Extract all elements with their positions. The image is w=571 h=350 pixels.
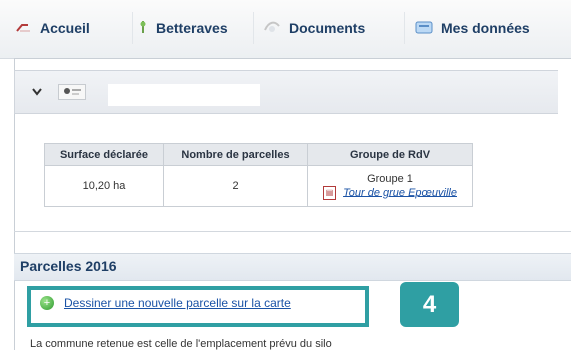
- column-nombre-parcelles: Nombre de parcelles: [163, 143, 308, 166]
- nav-betteraves-label: Betteraves: [156, 20, 228, 36]
- top-navigation: Accueil Betteraves Documents Mes données: [0, 0, 571, 59]
- chevron-down-icon[interactable]: [32, 88, 42, 98]
- group-link-wrapper: ▤ Tour de grue Epœuville: [312, 185, 468, 200]
- nav-accueil-label: Accueil: [40, 20, 90, 36]
- beet-icon: [138, 20, 148, 37]
- column-surface-declaree: Surface déclarée: [44, 143, 164, 166]
- draw-parcel-link[interactable]: Dessiner une nouvelle parcelle sur la ca…: [64, 296, 291, 310]
- group-location-link[interactable]: Tour de grue Epœuville: [343, 186, 457, 198]
- parcel-count-value: 2: [163, 165, 308, 207]
- pdf-icon: ▤: [323, 185, 336, 200]
- nav-separator: [132, 12, 133, 44]
- parcelles-section-title: Parcelles 2016: [20, 258, 117, 274]
- user-card-icon: [58, 84, 86, 100]
- nav-separator: [253, 12, 254, 44]
- content-divider: [14, 231, 571, 232]
- home-icon: [16, 20, 32, 36]
- surface-value: 10,20 ha: [44, 165, 164, 207]
- nav-documents-label: Documents: [289, 20, 366, 36]
- group-label: Groupe 1: [367, 172, 413, 185]
- add-icon: +: [40, 296, 54, 310]
- user-header-bar: [14, 70, 558, 114]
- redacted-user-name: [108, 84, 260, 106]
- group-cell: Groupe 1 ▤ Tour de grue Epœuville: [307, 165, 473, 207]
- nav-separator: [404, 12, 405, 44]
- commune-note: La commune retenue est celle de l'emplac…: [30, 338, 332, 350]
- nav-documents[interactable]: Documents: [263, 17, 365, 39]
- nav-betteraves[interactable]: Betteraves: [138, 17, 228, 39]
- documents-icon: [263, 20, 281, 37]
- data-icon: [415, 20, 433, 37]
- table-row: 10,20 ha 2 Groupe 1 ▤ Tour de grue Epœuv…: [44, 165, 473, 207]
- nav-accueil[interactable]: Accueil: [16, 17, 90, 39]
- draw-parcel-action[interactable]: + Dessiner une nouvelle parcelle sur la …: [40, 296, 291, 310]
- nav-mes-donnees-label: Mes données: [441, 20, 530, 36]
- column-groupe-rdv: Groupe de RdV: [307, 143, 473, 166]
- summary-table: Surface déclarée Nombre de parcelles Gro…: [44, 143, 473, 207]
- step-badge: 4: [400, 282, 459, 327]
- nav-mes-donnees[interactable]: Mes données: [415, 17, 530, 39]
